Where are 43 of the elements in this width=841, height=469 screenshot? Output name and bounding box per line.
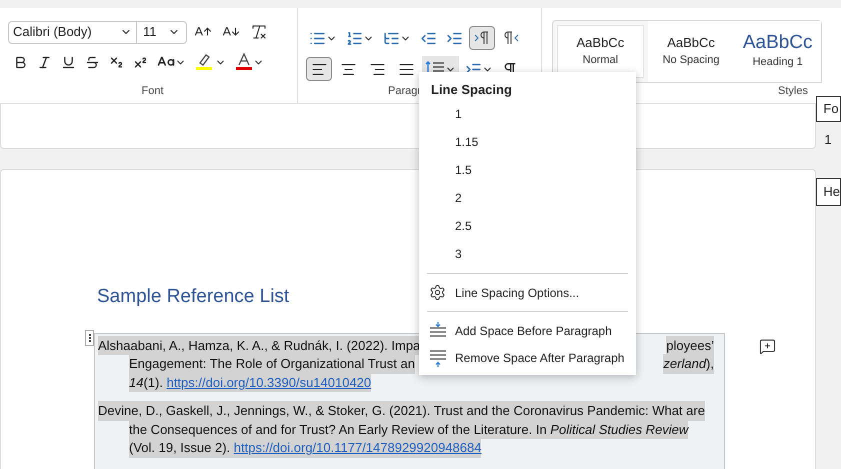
menu-item[interactable]: Remove Space After Paragraph (419, 344, 636, 371)
reference-text: Devine, D., Gaskell, J., Jennings, W., & Stoker, G. (2021). Trust and the Coronavirus Pandemic: What are (98, 401, 705, 420)
side-tab[interactable]: Fo (816, 96, 841, 122)
style-item[interactable]: AaBbCc Normal (557, 25, 644, 78)
remove-space-after-icon (428, 348, 446, 366)
style-item[interactable]: AaBbCc Heading 1 (734, 21, 821, 82)
reference-text: 14(1). https://doi.org/10.3390/su14010420 (129, 372, 372, 392)
style-name: Normal (582, 53, 618, 68)
reference-text: Alshaabani, A., Hamza, K. A., & Rudnák, I. (2022). Impa (98, 336, 420, 355)
new-comment-icon[interactable] (759, 338, 776, 355)
reference-text: zerland), (663, 354, 714, 374)
menu-item[interactable]: 2 (419, 184, 636, 212)
reference-text: the Consequences of and for Trust? An Early Review of the Literature. In Political Studies Review (129, 420, 688, 439)
style-sample: AaBbCc (742, 32, 813, 54)
side-tab[interactable]: He (816, 178, 841, 206)
add-space-before-icon (428, 322, 446, 340)
doi-link[interactable]: https://doi.org/10.3390/su14010420 (166, 374, 372, 390)
menu-item[interactable]: 1.5 (419, 156, 636, 184)
style-sample: AaBbCc (576, 34, 624, 52)
menu-item[interactable]: 1.15 (419, 128, 636, 156)
group-label: Styles (778, 84, 809, 98)
group-label: Paragr (388, 84, 422, 98)
left-to-right-icon[interactable] (469, 26, 495, 50)
style-item[interactable]: AaBbCc No Spacing (648, 21, 734, 82)
side-number: 1 (823, 131, 833, 149)
menu-item[interactable]: Add Space Before Paragraph (419, 317, 636, 344)
align-left-icon[interactable] (306, 57, 332, 81)
reference-text: (Vol. 19, Issue 2). https://doi.org/10.1177/1478929920948684 (129, 438, 482, 458)
drag-handle-icon[interactable] (85, 330, 94, 346)
menu-item[interactable]: 1 (419, 100, 636, 128)
reference-text: ployees’ (666, 336, 714, 355)
reference-text: Engagement: The Role of Organizational Trust an (129, 354, 415, 374)
menu-title: Line Spacing (430, 81, 513, 99)
style-name: Heading 1 (752, 55, 803, 70)
menu-item[interactable]: 2.5 (419, 212, 636, 240)
style-sample: AaBbCc (667, 34, 715, 52)
group-label: Font (141, 84, 164, 98)
style-name: No Spacing (662, 53, 720, 68)
heading: Sample Reference List (97, 285, 290, 309)
settings-icon (429, 284, 446, 301)
doi-link[interactable]: https://doi.org/10.1177/1478929920948684 (234, 440, 482, 455)
menu-item[interactable]: Line Spacing Options... (419, 279, 636, 306)
menu-item[interactable]: 3 (419, 240, 636, 268)
